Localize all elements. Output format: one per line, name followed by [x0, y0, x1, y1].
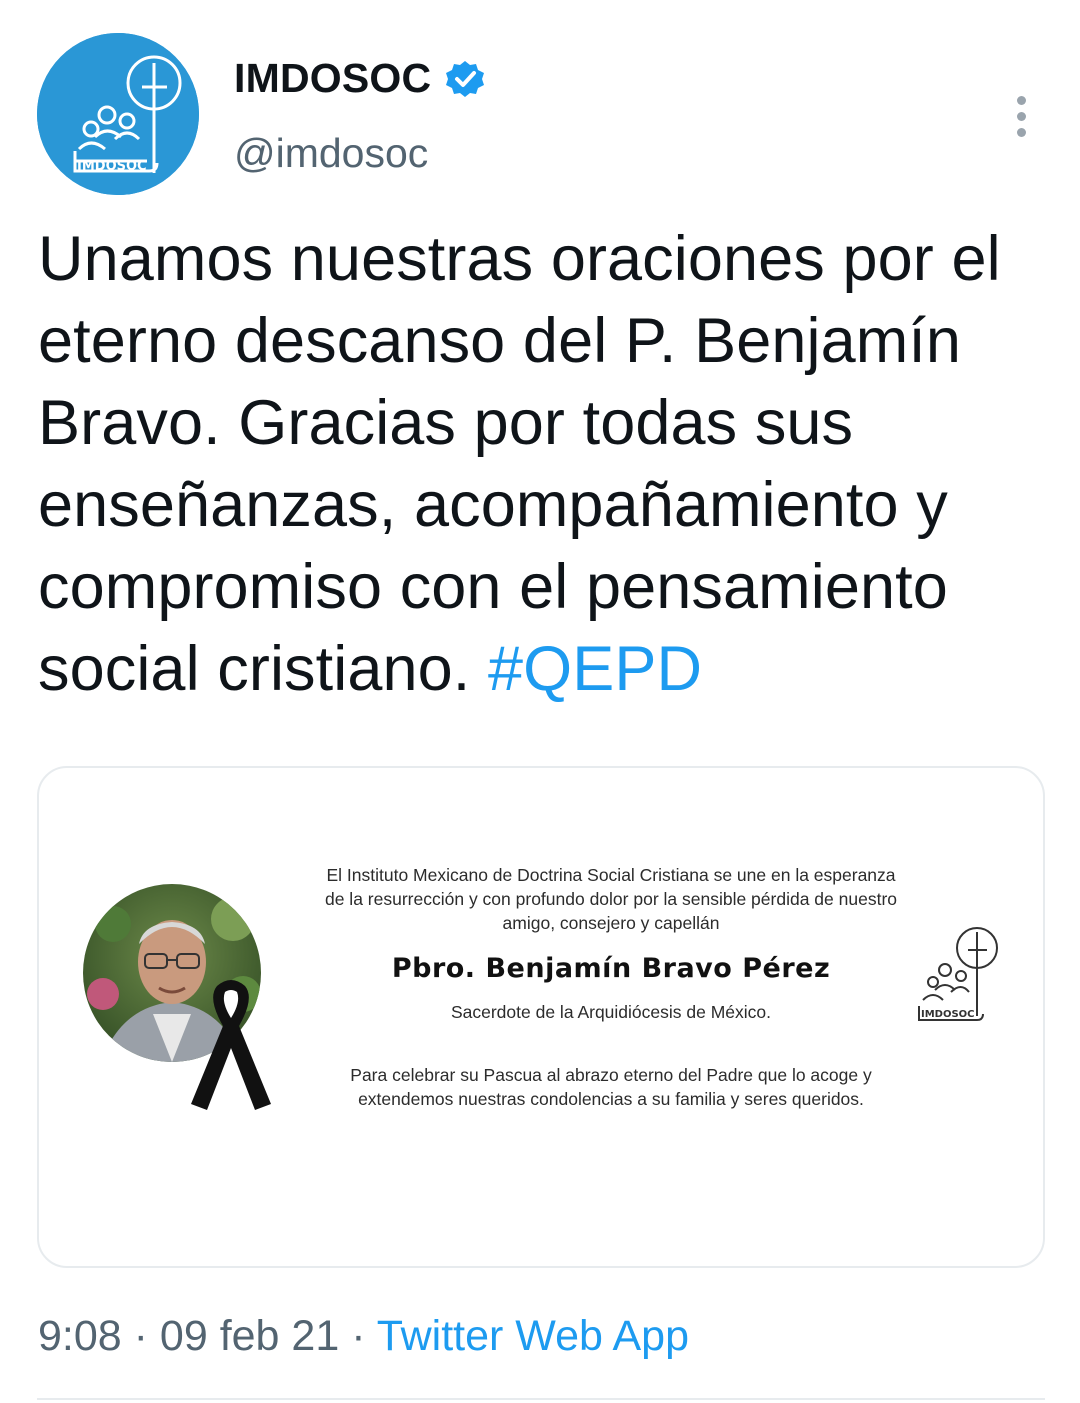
tweet-line: compromiso con el pensamiento: [38, 552, 948, 622]
user-handle[interactable]: @imdosoc: [234, 130, 428, 177]
display-name-text[interactable]: IMDOSOC: [234, 55, 431, 102]
tweet-date[interactable]: 09 feb 21: [160, 1312, 339, 1360]
mourning-ribbon-icon: [189, 978, 273, 1112]
verified-badge-icon: [445, 59, 485, 99]
svg-text:IMDOSOC: IMDOSOC: [77, 159, 147, 174]
tweet-line-text: social cristiano.: [38, 634, 488, 704]
intro-line: de la resurrección y con profundo dolor …: [324, 889, 897, 909]
meta-separator: ·: [339, 1312, 377, 1360]
imdosoc-logo-icon: IMDOSOC: [37, 33, 199, 195]
closing-line: extendemos nuestras condolencias a su fa…: [358, 1089, 864, 1109]
deceased-title: Sacerdote de la Arquidiócesis de México.: [450, 1002, 772, 1022]
divider: [37, 1398, 1045, 1400]
tweet-source-link[interactable]: Twitter Web App: [377, 1312, 689, 1360]
condolence-text: El Instituto Mexicano de Doctrina Social…: [301, 863, 921, 1111]
imdosoc-card-logo-icon: IMDOSOC: [915, 918, 1007, 1028]
meta-separator: ·: [121, 1312, 160, 1360]
display-name[interactable]: IMDOSOC: [234, 55, 485, 102]
intro-line: amigo, consejero y capellán: [502, 913, 720, 933]
tweet-line: Bravo. Gracias por todas sus: [38, 388, 854, 458]
hashtag-link[interactable]: #QEPD: [488, 634, 702, 704]
tweet-line: enseñanzas, acompañamiento y: [38, 470, 948, 540]
tweet-text: Unamos nuestras oraciones por el eterno …: [38, 218, 1058, 710]
tweet-line: Unamos nuestras oraciones por el: [38, 224, 1001, 294]
tweet-detail: IMDOSOC IMDOSOC @imdosoc Unamos nuestras…: [0, 0, 1080, 1403]
tweet-metadata: 9:08 · 09 feb 21 · Twitter Web App: [38, 1312, 689, 1361]
closing-line: Para celebrar su Pascua al abrazo eterno…: [350, 1065, 872, 1085]
profile-avatar[interactable]: IMDOSOC: [37, 33, 199, 195]
condolence-closing: Para celebrar su Pascua al abrazo eterno…: [301, 1063, 921, 1111]
tweet-line: eterno descanso del P. Benjamín: [38, 306, 962, 376]
condolence-intro: El Instituto Mexicano de Doctrina Social…: [301, 863, 921, 935]
tweet-time[interactable]: 9:08: [38, 1312, 122, 1360]
svg-text:IMDOSOC: IMDOSOC: [921, 1009, 975, 1020]
deceased-name: Pbro. Benjamín Bravo Pérez: [391, 953, 831, 984]
media-image-card[interactable]: El Instituto Mexicano de Doctrina Social…: [37, 766, 1045, 1268]
more-options-icon[interactable]: [1000, 88, 1042, 144]
intro-line: El Instituto Mexicano de Doctrina Social…: [326, 865, 896, 885]
tweet-line-last: social cristiano. #QEPD: [38, 628, 1058, 710]
